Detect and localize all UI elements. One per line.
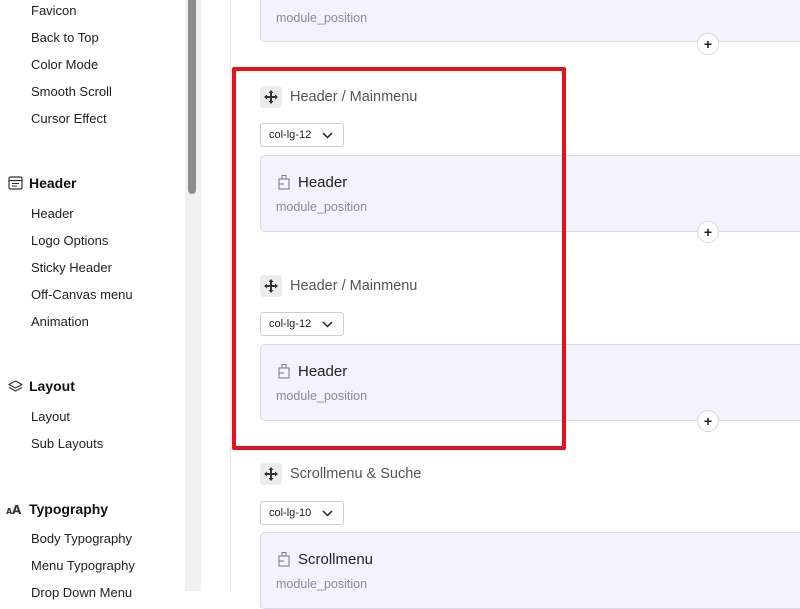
module-icon xyxy=(276,551,292,567)
sidebar-item-menu-typography[interactable]: Menu Typography xyxy=(31,558,135,573)
sidebar-section-title: Typography xyxy=(29,501,109,517)
card-title: Scrollmenu xyxy=(298,551,374,568)
sidebar: Favicon Back to Top Color Mode Smooth Sc… xyxy=(0,0,185,600)
row-header: Scrollmenu & Suche xyxy=(260,463,421,485)
sidebar-item-favicon[interactable]: Favicon xyxy=(31,3,77,18)
add-row-button[interactable]: + xyxy=(697,410,719,432)
add-row-button[interactable]: + xyxy=(697,33,719,55)
sidebar-scrollbar-thumb[interactable] xyxy=(188,0,196,194)
sidebar-item-smooth-scroll[interactable]: Smooth Scroll xyxy=(31,84,112,99)
sidebar-item-color-mode[interactable]: Color Mode xyxy=(31,57,98,72)
sidebar-item-layout[interactable]: Layout xyxy=(31,409,70,424)
column-select[interactable]: col-lg-10 xyxy=(260,501,344,525)
sidebar-divider xyxy=(230,0,231,591)
sidebar-section-typography[interactable]: AA Typography xyxy=(6,501,108,517)
card-subtitle: module_position xyxy=(276,11,368,25)
sidebar-item-drop-down-menu[interactable]: Drop Down Menu xyxy=(31,585,132,600)
sidebar-section-title: Layout xyxy=(29,378,75,394)
sidebar-item-body-typography[interactable]: Body Typography xyxy=(31,531,132,546)
sidebar-item-cursor-effect[interactable]: Cursor Effect xyxy=(31,111,107,126)
sidebar-item-off-canvas-menu[interactable]: Off-Canvas menu xyxy=(31,287,133,302)
sidebar-item-sub-layouts[interactable]: Sub Layouts xyxy=(31,436,103,451)
move-icon[interactable] xyxy=(260,463,282,485)
header-icon xyxy=(6,175,24,191)
highlight-box xyxy=(232,67,566,450)
sidebar-section-header[interactable]: Header xyxy=(6,175,76,191)
sidebar-item-logo-options[interactable]: Logo Options xyxy=(31,233,108,248)
sidebar-item-sticky-header[interactable]: Sticky Header xyxy=(31,260,112,275)
module-card-top[interactable]: module_position xyxy=(260,0,800,42)
row-title: Scrollmenu & Suche xyxy=(290,466,422,482)
sidebar-section-title: Header xyxy=(29,175,77,191)
svg-text:A: A xyxy=(12,503,22,516)
layers-icon xyxy=(6,378,24,394)
sidebar-item-back-to-top[interactable]: Back to Top xyxy=(31,30,99,45)
module-card[interactable]: Scrollmenu module_position xyxy=(260,532,800,609)
add-row-button[interactable]: + xyxy=(697,221,719,243)
sidebar-item-header[interactable]: Header xyxy=(31,206,74,221)
card-subtitle: module_position xyxy=(276,577,368,591)
sidebar-item-animation[interactable]: Animation xyxy=(31,314,89,329)
sidebar-section-layout[interactable]: Layout xyxy=(6,378,75,394)
typography-icon: AA xyxy=(6,501,24,517)
column-select-value: col-lg-10 xyxy=(269,507,312,519)
chevron-down-icon xyxy=(322,508,333,521)
